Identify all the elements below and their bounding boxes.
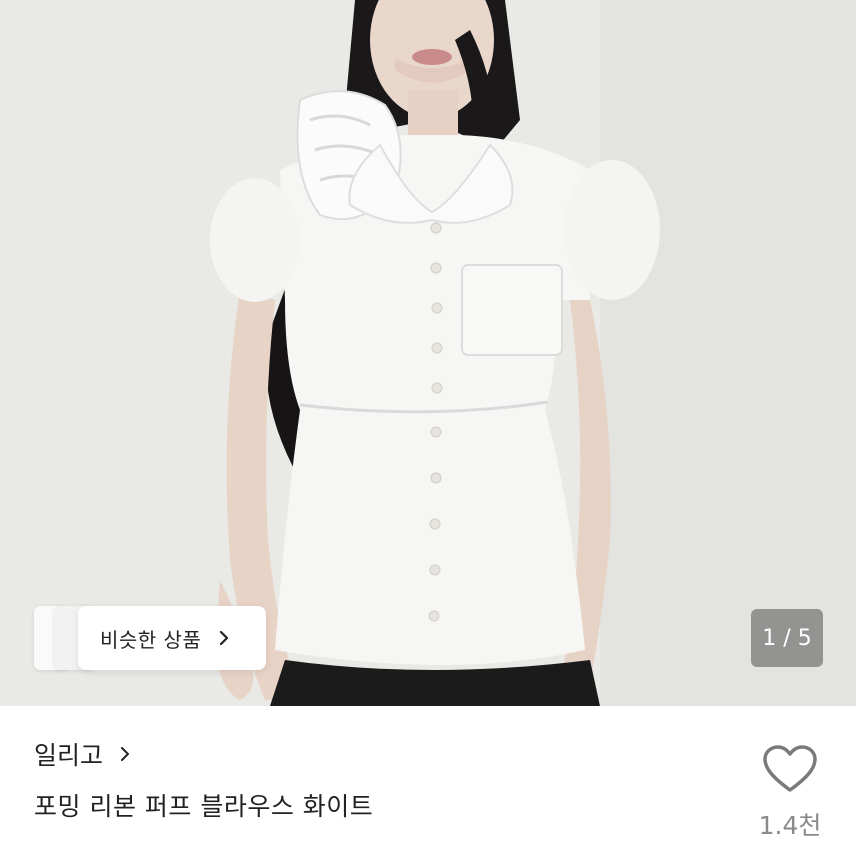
product-image[interactable]: [0, 0, 856, 706]
like-count: 1.4천: [758, 811, 822, 840]
heart-icon[interactable]: [762, 744, 818, 794]
store-name: 일리고: [34, 741, 104, 770]
similar-products-label: 비슷한 상품: [100, 627, 202, 652]
chevron-right-icon: [220, 630, 229, 646]
product-title: 포밍 리본 퍼프 블라우스 화이트: [34, 792, 374, 821]
store-link[interactable]: 일리고: [34, 736, 133, 772]
product-photo-illustration: [0, 0, 856, 706]
similar-products-button[interactable]: 비슷한 상품: [78, 606, 266, 670]
chevron-right-icon: [121, 747, 130, 761]
image-counter-badge: 1 / 5: [751, 609, 823, 667]
